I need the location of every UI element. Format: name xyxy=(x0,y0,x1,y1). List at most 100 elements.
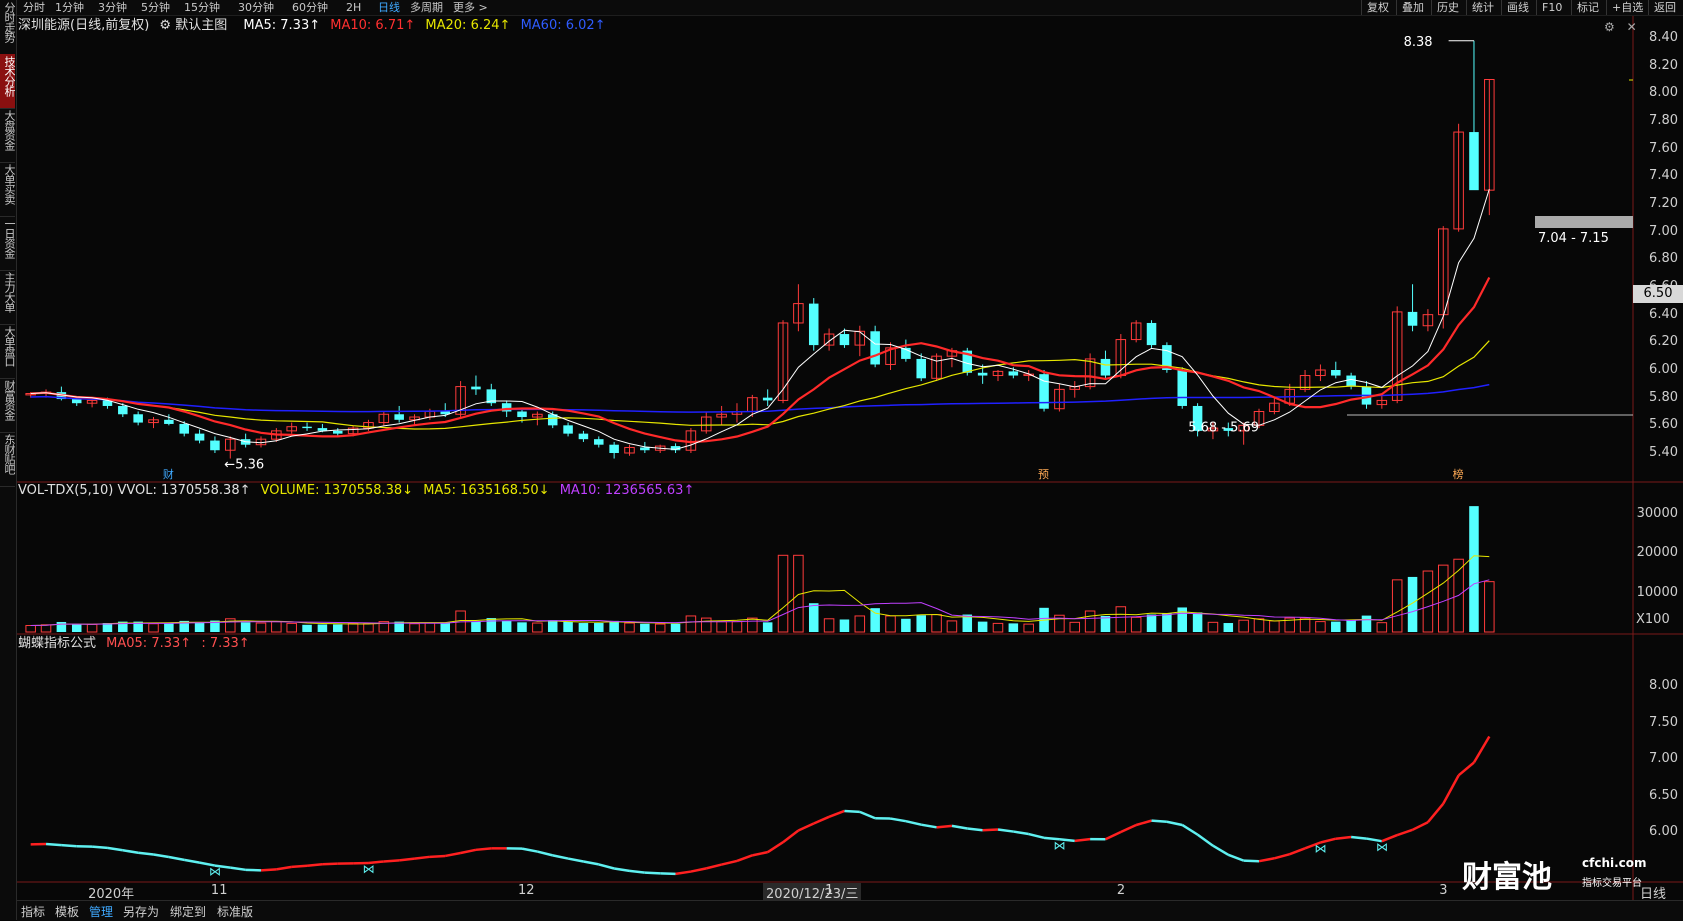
period-10[interactable]: 更多 > xyxy=(453,0,488,15)
volume-bar xyxy=(1377,623,1387,632)
butterfly-segment xyxy=(230,868,245,870)
butterfly-segment xyxy=(844,811,859,812)
period-8[interactable]: 日线 xyxy=(378,0,400,15)
period-6[interactable]: 60分钟 xyxy=(292,0,328,15)
volume-ma10: MA10: 1236565.63↑ xyxy=(560,483,695,498)
sidebar-tab-1[interactable]: 技术分析 xyxy=(0,54,15,109)
axis-tick: 7.80 xyxy=(1620,113,1678,128)
bottom-tab-0[interactable]: 指标 xyxy=(21,903,45,920)
bottom-tab-5[interactable]: 标准版 xyxy=(217,903,253,920)
period-0[interactable]: 分时 xyxy=(23,0,45,15)
volume-bar xyxy=(1193,612,1203,632)
period-1[interactable]: 1分钟 xyxy=(55,0,84,15)
stock-name[interactable]: 深圳能源(日线,前复权) xyxy=(18,18,149,33)
candle-body xyxy=(179,424,189,434)
butterfly-segment xyxy=(261,869,276,870)
sidebar-tab-6[interactable]: 大单盘口 xyxy=(0,324,15,379)
sidebar-tab-8[interactable]: 东财贴吧 xyxy=(0,432,15,487)
volume-bar xyxy=(502,621,512,632)
period-5[interactable]: 30分钟 xyxy=(238,0,274,15)
period-2[interactable]: 3分钟 xyxy=(98,0,127,15)
x-axis-label-5: 2 xyxy=(1117,883,1125,898)
butterfly-segment xyxy=(154,854,169,856)
period-9[interactable]: 多周期 xyxy=(410,0,443,15)
volume-bar xyxy=(778,555,788,632)
butterfly-segment xyxy=(752,852,767,855)
butterfly-segment xyxy=(1121,825,1136,832)
axis-tick: 6.40 xyxy=(1620,307,1678,322)
candle-body xyxy=(210,441,220,451)
gap-zone-high xyxy=(1535,216,1633,228)
volume-bar xyxy=(947,621,957,632)
volume-bar xyxy=(333,624,343,632)
period-4[interactable]: 15分钟 xyxy=(184,0,220,15)
toolbar-right-5[interactable]: F10 xyxy=(1536,0,1567,15)
butterfly-segment xyxy=(676,872,691,874)
candle-body xyxy=(1469,132,1479,190)
sidebar-tab-2[interactable]: 大盘资金 xyxy=(0,108,15,163)
volume-bar xyxy=(1224,623,1234,632)
butterfly-title[interactable]: 蝴蝶指标公式 xyxy=(18,636,96,651)
axis-tick: 7.60 xyxy=(1620,141,1678,156)
low-price-label: ←5.36 xyxy=(224,458,264,473)
volume-bar xyxy=(717,622,727,632)
butterfly-segment xyxy=(1290,848,1305,854)
butterfly-icon: ⋈ xyxy=(1314,842,1326,856)
volume-bar xyxy=(748,618,758,632)
indicator-selector[interactable]: ⚙ 默认主图 xyxy=(159,18,233,33)
volume-bar xyxy=(1239,620,1249,632)
volume-unit: X100 xyxy=(1636,612,1670,627)
volume-bar xyxy=(886,616,896,632)
sidebar-tab-0[interactable]: 分时走势 xyxy=(0,0,15,55)
bottom-tab-2[interactable]: 管理 xyxy=(89,903,113,920)
volume-bar xyxy=(1362,616,1372,632)
volume-bar xyxy=(1024,624,1034,632)
butterfly-segment xyxy=(384,860,399,861)
period-3[interactable]: 5分钟 xyxy=(141,0,170,15)
volume-bar xyxy=(1147,615,1157,632)
volume-bar xyxy=(72,624,82,632)
volume-bar xyxy=(1070,622,1080,632)
volume-bar xyxy=(1270,621,1280,632)
butterfly-segment xyxy=(860,812,875,818)
candle-body xyxy=(1177,370,1187,406)
volume-bar xyxy=(425,623,435,632)
toolbar-right-1[interactable]: 叠加 xyxy=(1396,0,1429,15)
toolbar-right-7[interactable]: +自选 xyxy=(1606,0,1648,15)
period-7[interactable]: 2H xyxy=(346,0,361,15)
axis-tick: 10000 xyxy=(1620,585,1678,600)
sidebar-tab-7[interactable]: 财富资金 xyxy=(0,378,15,433)
butterfly-segment xyxy=(783,831,798,843)
volume-bar xyxy=(1177,607,1187,632)
volume-ma5: MA5: 1635168.50↓ xyxy=(423,483,549,498)
bottom-tab-4[interactable]: 绑定到 xyxy=(170,903,206,920)
volume-bar xyxy=(533,623,543,632)
gear-icon[interactable]: ⚙ xyxy=(1604,20,1615,34)
price-candles xyxy=(26,41,1494,459)
toolbar-right-4[interactable]: 画线 xyxy=(1501,0,1534,15)
sidebar-tab-4[interactable]: 一日资金 xyxy=(0,216,15,271)
left-sidebar: 分时走势技术分析大盘资金大单买卖一日资金主力大单大单盘口财富资金东财贴吧 xyxy=(0,0,17,920)
bottom-tab-1[interactable]: 模板 xyxy=(55,903,79,920)
butterfly-segment xyxy=(1213,846,1228,855)
toolbar-right-8[interactable]: 返回 xyxy=(1648,0,1681,15)
toolbar-right-2[interactable]: 历史 xyxy=(1431,0,1464,15)
butterfly-segment xyxy=(292,866,307,867)
butterfly-segment xyxy=(445,853,460,856)
toolbar-right-0[interactable]: 复权 xyxy=(1361,0,1394,15)
volume-bar xyxy=(149,624,159,632)
butterfly-indicator-line: ⋈⋈⋈⋈⋈ xyxy=(31,737,1490,879)
butterfly-segment xyxy=(1244,861,1259,862)
butterfly-segment xyxy=(614,869,629,871)
sidebar-tab-5[interactable]: 主力大单 xyxy=(0,270,15,325)
butterfly-segment xyxy=(1182,825,1197,835)
sidebar-tab-3[interactable]: 大单买卖 xyxy=(0,162,15,217)
toolbar-right-3[interactable]: 统计 xyxy=(1466,0,1499,15)
butterfly-segment xyxy=(246,870,261,871)
toolbar-right-6[interactable]: 标记 xyxy=(1571,0,1604,15)
butterfly-segment xyxy=(937,826,952,827)
volume-title[interactable]: VOL-TDX(5,10) VVOL: 1370558.38↑ xyxy=(18,483,251,498)
bottom-tab-3[interactable]: 另存为 xyxy=(123,903,159,920)
butterfly-segment xyxy=(522,849,537,852)
butterfly-segment xyxy=(599,864,614,868)
